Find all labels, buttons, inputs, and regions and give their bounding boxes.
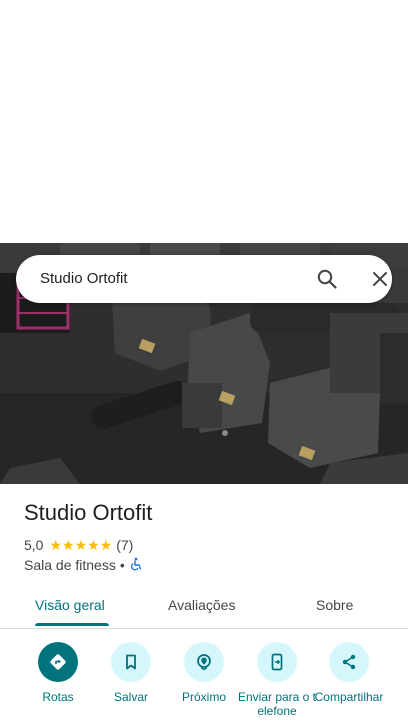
rating-value: 5,0 xyxy=(24,537,44,553)
active-tab-indicator xyxy=(35,623,109,626)
bookmark-icon xyxy=(111,642,151,682)
map-blank-area xyxy=(0,0,408,243)
action-buttons-row: Rotas Salvar Próximo Enviar para o telef… xyxy=(0,642,408,726)
review-count[interactable]: (7) xyxy=(116,537,133,553)
rating-row[interactable]: 5,0 ★★★★★ (7) xyxy=(24,536,133,554)
share-icon xyxy=(329,642,369,682)
wheelchair-icon xyxy=(129,557,143,574)
place-category: Sala de fitness xyxy=(24,557,116,573)
directions-label: Rotas xyxy=(42,690,74,704)
separator-dot: • xyxy=(119,557,125,573)
nearby-icon xyxy=(184,642,224,682)
close-icon[interactable] xyxy=(368,267,392,291)
share-label: Compartilhar xyxy=(314,690,384,704)
search-bar[interactable]: Studio Ortofit xyxy=(16,255,392,303)
place-name: Studio Ortofit xyxy=(24,500,153,525)
search-query-text[interactable]: Studio Ortofit xyxy=(40,255,128,303)
search-icon[interactable] xyxy=(315,267,339,291)
send-to-phone-icon xyxy=(257,642,297,682)
tab-reviews[interactable]: Avaliações xyxy=(168,586,235,624)
category-row: Sala de fitness • xyxy=(24,556,143,574)
tab-about[interactable]: Sobre xyxy=(316,586,353,624)
nearby-label: Próximo xyxy=(181,690,226,704)
place-tabs: Visão geral Avaliações Sobre xyxy=(0,586,408,629)
directions-icon xyxy=(38,642,78,682)
save-label: Salvar xyxy=(113,690,148,704)
tab-overview[interactable]: Visão geral xyxy=(35,586,105,624)
rating-stars: ★★★★★ xyxy=(49,536,113,553)
